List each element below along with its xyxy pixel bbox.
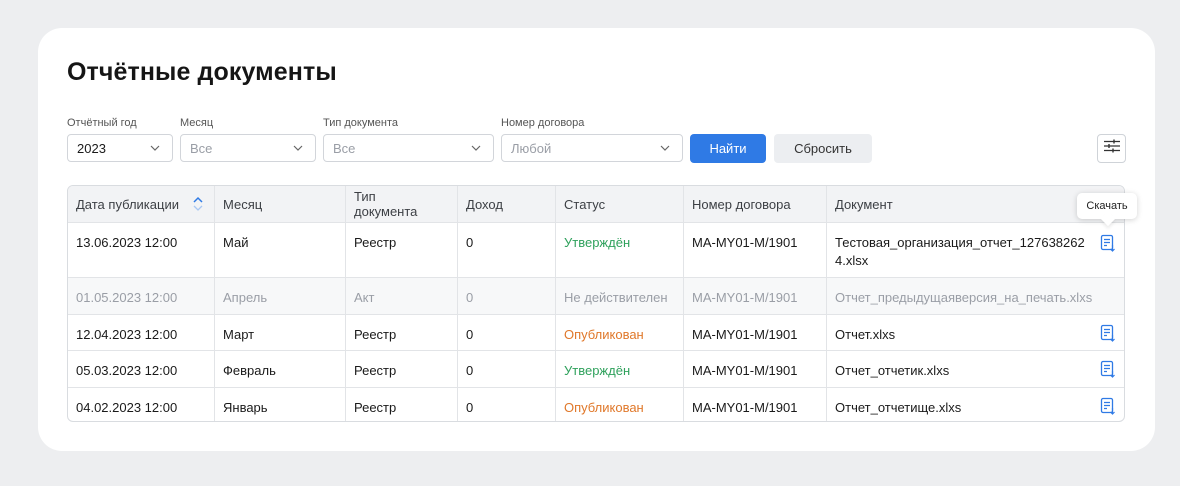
doctype-select[interactable]: Все — [323, 134, 494, 162]
month-select[interactable]: Все — [180, 134, 316, 162]
cell-income: 0 — [457, 388, 555, 421]
documents-table: Дата публикации Месяц Тип документа Дохо… — [67, 185, 1125, 422]
cell-date: 01.05.2023 12:00 — [76, 290, 178, 305]
column-header-type: Тип документа — [345, 186, 457, 222]
month-filter-label: Месяц — [180, 117, 214, 129]
cell-month: Март — [214, 315, 345, 350]
reports-card: Отчётные документы Отчётный год 2023 Мес… — [38, 28, 1155, 451]
column-header-status: Статус — [555, 186, 683, 222]
table-row[interactable]: 05.03.2023 12:00 Февраль Реестр 0 Утверж… — [68, 350, 1124, 387]
cell-type: Реестр — [345, 315, 457, 350]
cell-income: 0 — [457, 223, 555, 277]
page-title: Отчётные документы — [67, 58, 337, 86]
chevron-down-icon — [469, 141, 483, 155]
cell-income: 0 — [457, 351, 555, 387]
chevron-down-icon — [658, 141, 672, 155]
cell-document: Отчет.xlxs — [826, 315, 1124, 350]
contract-select[interactable]: Любой — [501, 134, 683, 162]
column-header-date[interactable]: Дата публикации — [68, 186, 214, 222]
cell-month: Май — [214, 223, 345, 277]
cell-type: Реестр — [345, 388, 457, 421]
table-row[interactable]: 04.02.2023 12:00 Январь Реестр 0 Опублик… — [68, 387, 1124, 421]
document-link[interactable]: Отчет_отчетик.xlxs — [835, 362, 949, 380]
status-badge: Утверждён — [555, 351, 683, 387]
contract-filter-label: Номер договора — [501, 117, 585, 129]
chevron-down-icon — [291, 141, 305, 155]
document-link[interactable]: Отчет_отчетище.xlxs — [835, 399, 961, 417]
cell-contract: MA-MY01-M/1901 — [683, 351, 826, 387]
column-header-income: Доход — [457, 186, 555, 222]
cell-document: Тестовая_организация_отчет_1276382624.xl… — [826, 223, 1124, 277]
download-icon[interactable] — [1100, 397, 1116, 415]
cell-contract: MA-MY01-M/1901 — [683, 388, 826, 421]
download-icon[interactable] — [1100, 234, 1116, 252]
column-header-label: Дата публикации — [76, 196, 179, 212]
column-header-contract: Номер договора — [683, 186, 826, 222]
table-header: Дата публикации Месяц Тип документа Дохо… — [68, 186, 1124, 222]
cell-date: 13.06.2023 12:00 — [76, 235, 178, 250]
status-badge: Не действителен — [555, 278, 683, 314]
year-select-value: 2023 — [77, 140, 106, 156]
download-icon[interactable] — [1100, 360, 1116, 378]
cell-month: Январь — [214, 388, 345, 421]
column-settings-button[interactable] — [1097, 134, 1126, 163]
table-row[interactable]: 13.06.2023 12:00 Май Реестр 0 Утверждён … — [68, 222, 1124, 277]
find-button[interactable]: Найти — [690, 134, 766, 163]
document-link[interactable]: Отчет.xlxs — [835, 326, 895, 344]
cell-income: 0 — [457, 315, 555, 350]
contract-select-placeholder: Любой — [511, 140, 552, 156]
download-tooltip: Скачать — [1077, 193, 1137, 219]
cell-type: Реестр — [345, 351, 457, 387]
cell-month: Февраль — [214, 351, 345, 387]
year-select[interactable]: 2023 — [67, 134, 173, 162]
cell-type: Акт — [345, 278, 457, 314]
cell-date: 04.02.2023 12:00 — [76, 400, 178, 415]
document-link[interactable]: Тестовая_организация_отчет_1276382624.xl… — [835, 234, 1092, 270]
sliders-icon — [1103, 139, 1120, 158]
doctype-select-placeholder: Все — [333, 140, 356, 156]
cell-contract: MA-MY01-M/1901 — [683, 315, 826, 350]
table-row[interactable]: 12.04.2023 12:00 Март Реестр 0 Опубликов… — [68, 314, 1124, 350]
year-filter-label: Отчётный год — [67, 117, 137, 129]
doctype-filter-label: Тип документа — [323, 117, 399, 129]
cell-document: Отчет_предыдущаяверсия_на_печать.xlxs — [826, 278, 1124, 314]
cell-document: Отчет_отчетище.xlxs — [826, 388, 1124, 421]
reset-button[interactable]: Сбросить — [774, 134, 872, 163]
chevron-down-icon — [148, 141, 162, 155]
month-select-placeholder: Все — [190, 140, 213, 156]
status-badge: Опубликован — [555, 388, 683, 421]
cell-date: 12.04.2023 12:00 — [76, 327, 178, 342]
sort-icon[interactable] — [192, 196, 204, 212]
cell-contract: MA-MY01-M/1901 — [683, 278, 826, 314]
column-header-month: Месяц — [214, 186, 345, 222]
table-row[interactable]: 01.05.2023 12:00 Апрель Акт 0 Не действи… — [68, 277, 1124, 314]
cell-type: Реестр — [345, 223, 457, 277]
status-badge: Утверждён — [555, 223, 683, 277]
status-badge: Опубликован — [555, 315, 683, 350]
column-header-label: Тип документа — [354, 189, 418, 219]
cell-income: 0 — [457, 278, 555, 314]
cell-document: Отчет_отчетик.xlxs — [826, 351, 1124, 387]
cell-contract: MA-MY01-M/1901 — [683, 223, 826, 277]
cell-month: Апрель — [214, 278, 345, 314]
cell-date: 05.03.2023 12:00 — [76, 363, 178, 378]
download-icon[interactable] — [1100, 324, 1116, 342]
